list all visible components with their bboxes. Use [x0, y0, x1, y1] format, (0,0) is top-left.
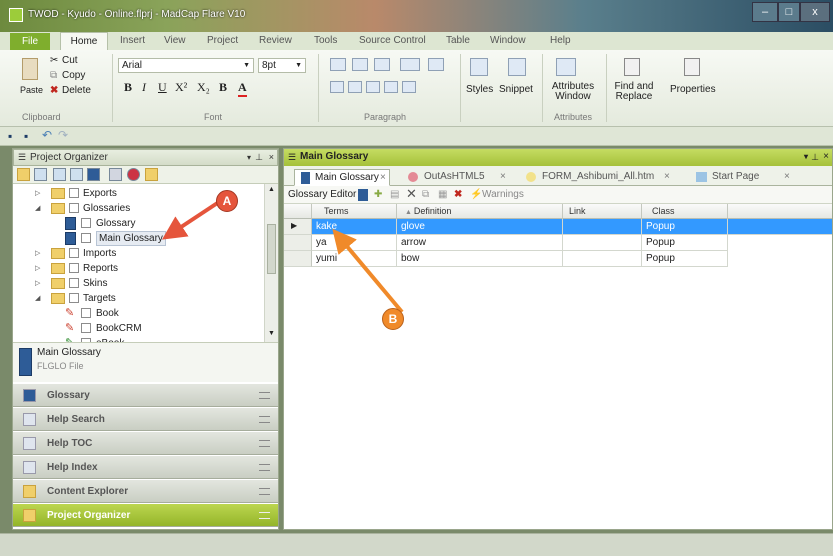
annotation-layer: [161, 196, 404, 314]
callout-b: B: [382, 308, 404, 330]
status-bar: [0, 533, 833, 556]
callout-a: A: [216, 190, 238, 212]
arrow-b: [332, 228, 404, 314]
